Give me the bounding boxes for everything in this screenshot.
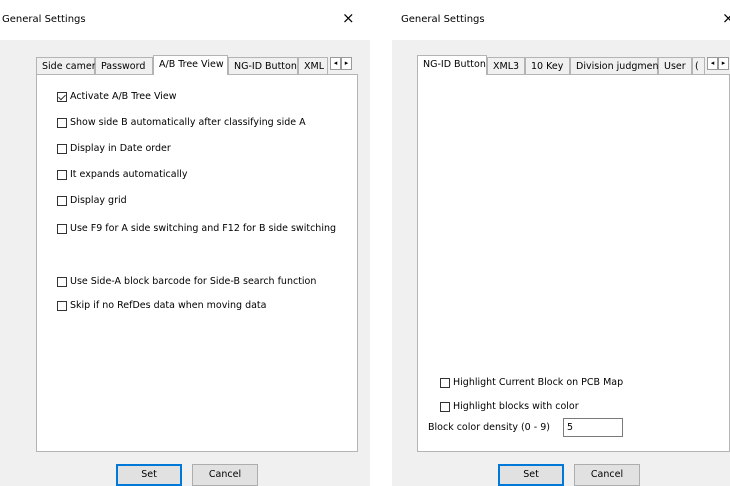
set-button[interactable]: Set <box>498 464 564 486</box>
option-activate-ab-tree-view[interactable]: Activate A/B Tree View <box>57 91 177 102</box>
arrow-right-icon[interactable]: ▸ <box>718 57 729 70</box>
density-label: Block color density (0 - 9) <box>428 422 550 433</box>
option-side-a-barcode[interactable]: Use Side-A block barcode for Side-B sear… <box>57 276 316 287</box>
arrow-left-icon[interactable]: ◂ <box>330 57 341 70</box>
tab-ng-id-button[interactable]: NG-ID Button <box>417 55 487 75</box>
checkbox-icon[interactable] <box>57 195 67 206</box>
checkbox-icon[interactable] <box>57 117 67 128</box>
tab-partial[interactable]: ( <box>692 57 705 74</box>
option-f9-f12-switching[interactable]: Use F9 for A side switching and F12 for … <box>57 223 336 234</box>
tab-division-judgment[interactable]: Division judgment <box>570 57 662 74</box>
option-show-side-b[interactable]: Show side B automatically after classify… <box>57 117 306 128</box>
close-icon[interactable]: × <box>722 11 730 26</box>
close-icon[interactable]: × <box>342 11 355 26</box>
arrow-right-icon[interactable]: ▸ <box>341 57 352 70</box>
set-button[interactable]: Set <box>116 464 182 486</box>
tab-user[interactable]: User <box>658 57 692 74</box>
tab-xml3[interactable]: XML3 <box>487 57 525 74</box>
checkbox-icon[interactable] <box>57 223 67 234</box>
checkbox-icon[interactable] <box>57 169 67 180</box>
tab-panel-ng-id-button: Highlight Current Block on PCB Map Highl… <box>417 74 730 452</box>
tab-ng-id-button[interactable]: NG-ID Button <box>228 57 298 74</box>
tab-strip: Side camera Password A/B Tree View NG-ID… <box>36 55 356 75</box>
checkbox-icon[interactable] <box>57 300 67 311</box>
arrow-left-icon[interactable]: ◂ <box>707 57 718 70</box>
cancel-button[interactable]: Cancel <box>574 464 640 486</box>
title-bar: General Settings × <box>0 0 370 40</box>
tab-ab-tree-view[interactable]: A/B Tree View <box>153 55 228 75</box>
checkbox-icon[interactable] <box>57 276 67 287</box>
option-highlight-current-block[interactable]: Highlight Current Block on PCB Map <box>440 377 623 388</box>
density-input[interactable]: 5 <box>563 418 623 437</box>
option-highlight-blocks-color[interactable]: Highlight blocks with color <box>440 401 579 412</box>
option-skip-no-refdes[interactable]: Skip if no RefDes data when moving data <box>57 300 266 311</box>
checkbox-icon[interactable] <box>57 91 67 102</box>
option-expand-automatically[interactable]: It expands automatically <box>57 169 187 180</box>
title-bar: General Settings × <box>392 0 730 40</box>
tab-strip: NG-ID Button XML3 10 Key Division judgme… <box>417 55 730 75</box>
option-date-order[interactable]: Display in Date order <box>57 143 171 154</box>
dialog-title: General Settings <box>401 14 485 25</box>
general-settings-dialog-left: General Settings × Side camera Password … <box>0 0 370 486</box>
tab-xml[interactable]: XML <box>298 57 328 74</box>
tab-10-key[interactable]: 10 Key <box>525 57 570 74</box>
cancel-button[interactable]: Cancel <box>192 464 258 486</box>
option-display-grid[interactable]: Display grid <box>57 195 127 206</box>
general-settings-dialog-right: General Settings × NG-ID Button XML3 10 … <box>392 0 730 486</box>
tab-side-camera[interactable]: Side camera <box>36 57 101 74</box>
tab-panel-ab-tree-view: Activate A/B Tree View Show side B autom… <box>36 74 358 452</box>
checkbox-icon[interactable] <box>57 143 67 154</box>
tab-password[interactable]: Password <box>95 57 153 74</box>
dialog-title: General Settings <box>2 14 86 25</box>
checkbox-icon[interactable] <box>440 377 450 388</box>
checkbox-icon[interactable] <box>440 401 450 412</box>
